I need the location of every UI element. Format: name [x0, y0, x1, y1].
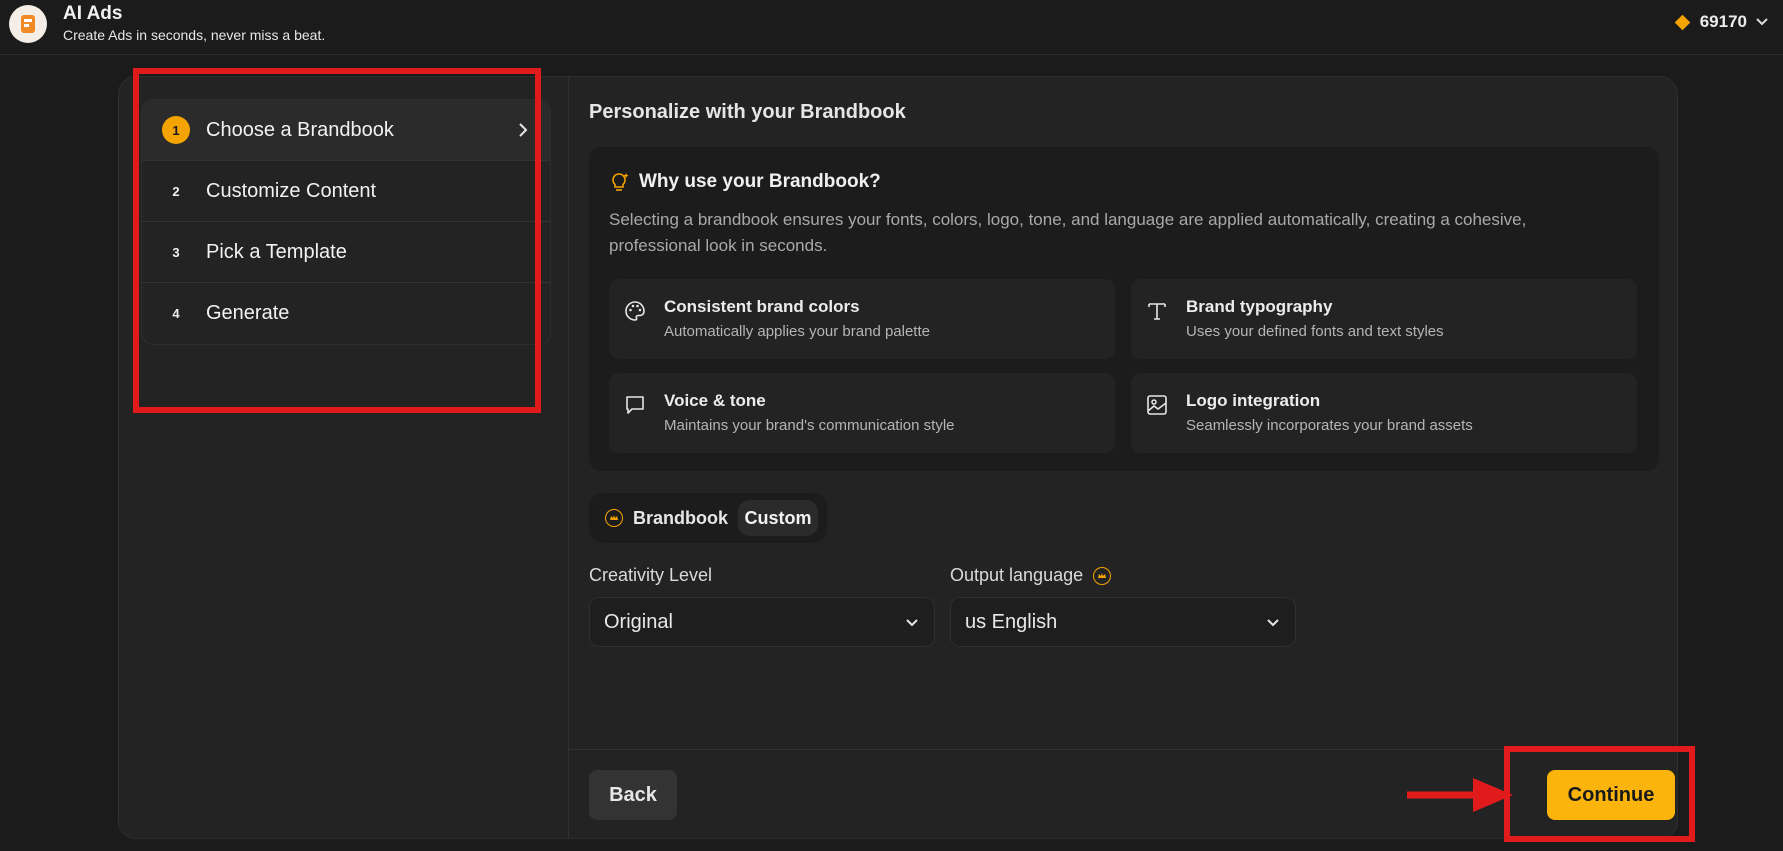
- credits-count: 69170: [1699, 12, 1747, 31]
- info-text: Selecting a brandbook ensures your fonts…: [609, 210, 1527, 255]
- top-bar: AI Ads Create Ads in seconds, never miss…: [0, 0, 1783, 55]
- select-value: Original: [604, 610, 673, 633]
- diamond-icon: [1674, 14, 1690, 30]
- step-choose-brandbook[interactable]: 1 Choose a Brandbook: [142, 100, 550, 161]
- feature-desc: Uses your defined fonts and text styles: [1186, 323, 1444, 340]
- feature-brand-colors: Consistent brand colors Automatically ap…: [609, 279, 1115, 359]
- chevron-down-icon: [1267, 619, 1279, 627]
- feature-desc: Automatically applies your brand palette: [664, 323, 930, 340]
- credits-dropdown[interactable]: 69170: [1674, 12, 1769, 32]
- image-icon: [1147, 395, 1167, 415]
- feature-desc: Seamlessly incorporates your brand asset…: [1186, 417, 1473, 434]
- lightbulb-icon: [612, 173, 629, 191]
- step-number: 4: [172, 306, 180, 321]
- select-value: us English: [965, 610, 1058, 633]
- feature-title: Logo integration: [1186, 391, 1321, 410]
- continue-button[interactable]: Continue: [1547, 770, 1675, 820]
- toggle-brandbook[interactable]: Brandbook: [595, 500, 738, 536]
- feature-logo-integration: Logo integration Seamlessly incorporates…: [1131, 373, 1637, 453]
- brandbook-mode-toggle: Brandbook Custom: [589, 493, 827, 543]
- brandbook-info-box: Why use your Brandbook? Selecting a bran…: [589, 147, 1659, 471]
- content-area: Personalize with your Brandbook Why use …: [569, 77, 1677, 838]
- steps-sidebar: 1 Choose a Brandbook 2 Customize Content…: [119, 77, 569, 838]
- step-customize-content[interactable]: 2 Customize Content: [142, 161, 550, 222]
- feature-desc: Maintains your brand's communication sty…: [664, 417, 955, 434]
- output-language-label-group: Output language: [950, 565, 1112, 586]
- feature-title: Voice & tone: [664, 391, 766, 410]
- step-label: Customize Content: [206, 179, 377, 202]
- step-number: 3: [172, 244, 180, 260]
- toggle-custom[interactable]: Custom: [738, 500, 818, 536]
- chevron-right-icon: [519, 123, 528, 137]
- feature-voice-tone: Voice & tone Maintains your brand's comm…: [609, 373, 1115, 453]
- feature-brand-typography: Brand typography Uses your defined fonts…: [1131, 279, 1637, 359]
- output-language-label: Output language: [950, 565, 1084, 585]
- step-number: 2: [172, 183, 180, 199]
- annotation-arrow-icon: [1407, 778, 1513, 812]
- info-title: Why use your Brandbook?: [639, 171, 881, 192]
- step-label: Pick a Template: [206, 240, 347, 263]
- step-label: Choose a Brandbook: [206, 118, 394, 141]
- chevron-down-icon: [906, 619, 918, 627]
- step-pick-template[interactable]: 3 Pick a Template: [142, 222, 550, 283]
- creativity-level-select[interactable]: Original: [589, 597, 935, 647]
- chat-bubble-icon: [626, 396, 644, 414]
- app-title: AI Ads: [63, 3, 123, 24]
- feature-title: Consistent brand colors: [664, 297, 860, 316]
- app-logo: [9, 5, 47, 43]
- toggle-label: Brandbook: [633, 507, 729, 528]
- feature-title: Brand typography: [1186, 297, 1333, 316]
- step-label: Generate: [206, 302, 290, 324]
- crown-icon: [605, 509, 623, 527]
- crown-icon: [1093, 566, 1112, 585]
- wizard-panel: 1 Choose a Brandbook 2 Customize Content…: [118, 76, 1678, 839]
- back-button[interactable]: Back: [589, 770, 677, 820]
- palette-icon: [625, 301, 645, 321]
- chevron-down-icon: [1756, 18, 1768, 26]
- step-number: 1: [162, 116, 190, 144]
- typography-icon: [1148, 303, 1166, 320]
- app-subtitle: Create Ads in seconds, never miss a beat…: [63, 27, 326, 43]
- output-language-select[interactable]: us English: [950, 597, 1296, 647]
- step-generate[interactable]: 4 Generate: [142, 283, 550, 344]
- steps-list: 1 Choose a Brandbook 2 Customize Content…: [141, 99, 551, 345]
- creativity-level-label: Creativity Level: [589, 565, 713, 585]
- page-title: Personalize with your Brandbook: [589, 101, 906, 123]
